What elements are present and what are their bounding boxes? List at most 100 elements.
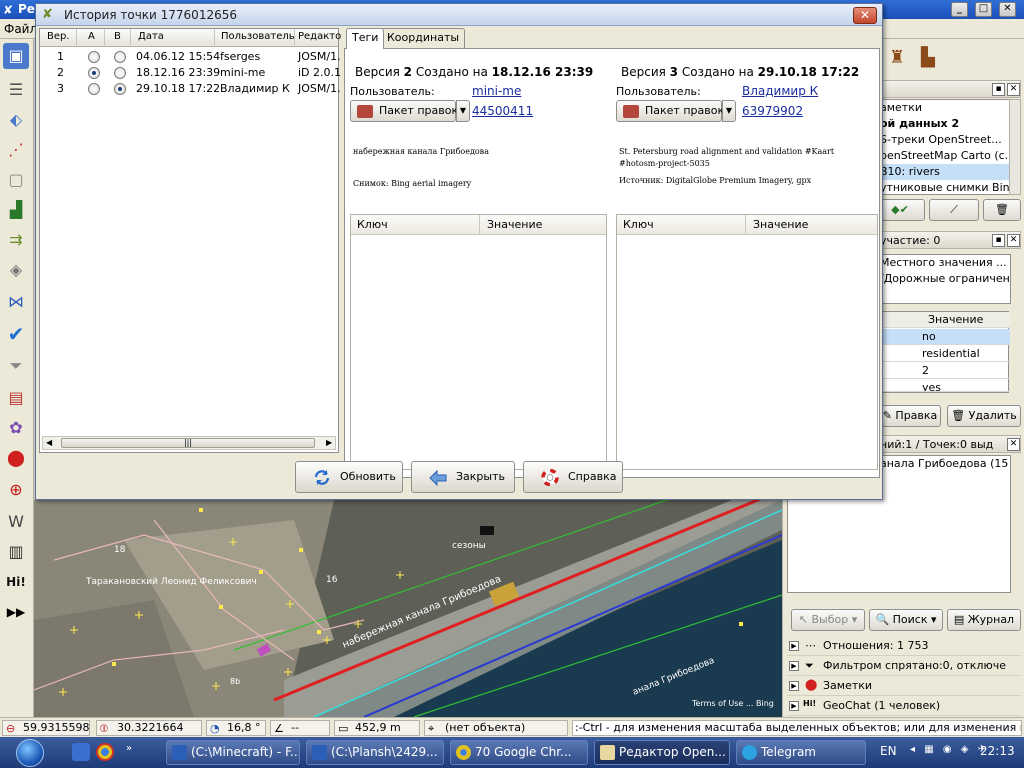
- select-button[interactable]: ↖ Выбор ▾: [791, 609, 865, 631]
- combine-icon[interactable]: ⇉: [3, 227, 29, 253]
- expand-icon[interactable]: ▶: [789, 681, 799, 691]
- notes-row[interactable]: ▶ ⬤ Заметки: [787, 676, 1021, 696]
- tag-table-right[interactable]: Ключ Значение: [616, 214, 878, 470]
- radio-b[interactable]: [114, 67, 126, 79]
- open-file-icon[interactable]: ▣: [3, 43, 29, 69]
- more-tools-icon[interactable]: ▶▶: [3, 599, 29, 625]
- chrome-quicklaunch-icon[interactable]: [96, 743, 114, 761]
- toolbox-icon[interactable]: ▤: [3, 385, 29, 411]
- explorer-quicklaunch-icon[interactable]: [72, 743, 90, 761]
- panel-detach-icon[interactable]: ▪: [992, 234, 1005, 247]
- key-header[interactable]: Ключ: [357, 218, 388, 231]
- changeset-link-right[interactable]: 63979902: [742, 104, 803, 118]
- radio-b-selected[interactable]: [114, 83, 126, 95]
- col-editor[interactable]: Редакто: [298, 31, 341, 42]
- start-button[interactable]: [16, 739, 44, 767]
- quicklaunch-more-icon[interactable]: »: [120, 743, 138, 761]
- merge-icon[interactable]: ⋈: [3, 289, 29, 315]
- radio-b[interactable]: [114, 51, 126, 63]
- radio-a-selected[interactable]: [88, 67, 100, 79]
- user-link-left[interactable]: mini-me: [472, 84, 521, 98]
- select-icon[interactable]: ▢: [3, 167, 29, 193]
- menu-file[interactable]: Файл: [4, 22, 37, 36]
- radio-a[interactable]: [88, 83, 100, 95]
- tag-table-left[interactable]: Ключ Значение: [350, 214, 607, 470]
- journal-button[interactable]: ▤ Журнал: [947, 609, 1021, 631]
- expand-icon[interactable]: ▶: [789, 701, 799, 711]
- target-icon[interactable]: ⊕: [3, 477, 29, 503]
- expand-icon[interactable]: ▶: [789, 641, 799, 651]
- help-button[interactable]: Справка: [523, 461, 623, 493]
- changeset-link-left[interactable]: 44500411: [472, 104, 533, 118]
- validate-icon[interactable]: ✔: [3, 321, 29, 347]
- filter-icon[interactable]: ⏷: [3, 353, 29, 379]
- panel-close-icon[interactable]: ✕: [1007, 234, 1020, 247]
- chat-hi-icon[interactable]: Hi!: [3, 569, 29, 595]
- wikipedia-icon[interactable]: W: [3, 509, 29, 535]
- table-row[interactable]: 3 29.10.18 17:22 Владимир К JOSM/1.: [40, 81, 341, 97]
- refresh-button[interactable]: Обновить: [295, 461, 403, 493]
- tab-coordinates[interactable]: Координаты: [381, 28, 466, 48]
- scroll-left-icon[interactable]: ◀: [46, 438, 52, 447]
- taskbar-task[interactable]: Telegram: [736, 740, 866, 765]
- user-link-right[interactable]: Владимир К: [742, 84, 818, 98]
- search-button[interactable]: 🔍 Поиск ▾: [869, 609, 943, 631]
- shapes-icon[interactable]: ◈: [3, 257, 29, 283]
- geochat-row[interactable]: ▶ Hi! GeoChat (1 человек): [787, 696, 1021, 716]
- taskbar-task[interactable]: (C:\Plansh\2429...: [306, 740, 444, 765]
- dialog-titlebar[interactable]: ✘ История точки 1776012656 ✕: [36, 4, 882, 26]
- value-header[interactable]: Значение: [487, 218, 542, 231]
- castle-icon[interactable]: ♜: [889, 47, 905, 68]
- maximize-button[interactable]: □: [975, 2, 992, 17]
- layer-transfer-button[interactable]: ⟋: [929, 199, 979, 221]
- map-view[interactable]: 18 16 8b Таракановский Леонид Феликсович…: [34, 500, 782, 717]
- factory-icon[interactable]: ▙: [921, 47, 935, 68]
- map-marker-icon[interactable]: ⬤: [3, 445, 29, 471]
- delete-tag-button[interactable]: 🗑 Удалить: [947, 405, 1021, 427]
- version-table[interactable]: Вер. A B Дата Пользователь Редакто 1 04.…: [39, 28, 341, 453]
- chart-icon[interactable]: ▟: [3, 197, 29, 223]
- map-attribution[interactable]: Terms of Use ... Bing: [691, 699, 774, 708]
- taskbar-task-active[interactable]: Редактор Open...: [594, 740, 730, 765]
- layer-delete-button[interactable]: 🗑: [983, 199, 1021, 221]
- barcode-icon[interactable]: ▥: [3, 539, 29, 565]
- key-header[interactable]: Ключ: [623, 218, 654, 231]
- radio-a[interactable]: [88, 51, 100, 63]
- col-a[interactable]: A: [88, 31, 95, 42]
- language-indicator[interactable]: EN: [880, 744, 897, 758]
- taskbar-task[interactable]: (C:\Minecraft) - F...: [166, 740, 300, 765]
- expand-icon[interactable]: ▶: [789, 661, 799, 671]
- col-version[interactable]: Вер.: [47, 31, 70, 42]
- panel-close-icon[interactable]: ✕: [1007, 438, 1020, 451]
- relations-row[interactable]: ▶ ⋯ Отношения: 1 753: [787, 636, 1021, 656]
- close-button[interactable]: Закрыть: [411, 461, 515, 493]
- col-user[interactable]: Пользователь: [221, 31, 295, 42]
- edit-tag-button[interactable]: ✎ Правка: [879, 405, 941, 427]
- draw-nodes-icon[interactable]: ⋰: [3, 137, 29, 163]
- changeset-dropdown-right[interactable]: ▼: [722, 100, 736, 122]
- dialog-close-button[interactable]: ✕: [853, 7, 877, 24]
- col-date[interactable]: Дата: [138, 31, 164, 42]
- clock[interactable]: 22:13: [980, 744, 1015, 758]
- changeset-dropdown-left[interactable]: ▼: [456, 100, 470, 122]
- layers-scrollbar[interactable]: [1009, 99, 1021, 195]
- scroll-right-icon[interactable]: ▶: [326, 438, 332, 447]
- table-row[interactable]: 1 04.06.12 15:54 fserges JOSM/1.: [40, 49, 341, 65]
- tab-tags[interactable]: Теги: [346, 28, 385, 49]
- table-row[interactable]: 2 18.12.16 23:39 mini-me iD 2.0.1: [40, 65, 341, 81]
- window-close-button[interactable]: ✕: [999, 2, 1016, 17]
- list-icon[interactable]: ☰: [3, 77, 29, 103]
- panel-close-icon[interactable]: ✕: [1007, 83, 1020, 96]
- scroll-thumb[interactable]: |||: [61, 438, 315, 448]
- palette-icon[interactable]: ✿: [3, 415, 29, 441]
- col-b[interactable]: B: [114, 31, 121, 42]
- tag-icon[interactable]: ⬖: [3, 107, 29, 133]
- horizontal-scrollbar[interactable]: ◀ ||| ▶: [42, 436, 336, 450]
- value-header[interactable]: Значение: [753, 218, 808, 231]
- panel-detach-icon[interactable]: ▪: [992, 83, 1005, 96]
- changeset-button-right[interactable]: Пакет правок: [616, 100, 724, 122]
- tray-icons[interactable]: ◂ ▦ ◉ ◈ ✈: [910, 744, 989, 755]
- minimize-button[interactable]: _: [951, 2, 968, 17]
- filters-row[interactable]: ▶ ⏷ Фильтром спрятано:0, отключе: [787, 656, 1021, 676]
- taskbar-task[interactable]: 70 Google Chr...: [450, 740, 588, 765]
